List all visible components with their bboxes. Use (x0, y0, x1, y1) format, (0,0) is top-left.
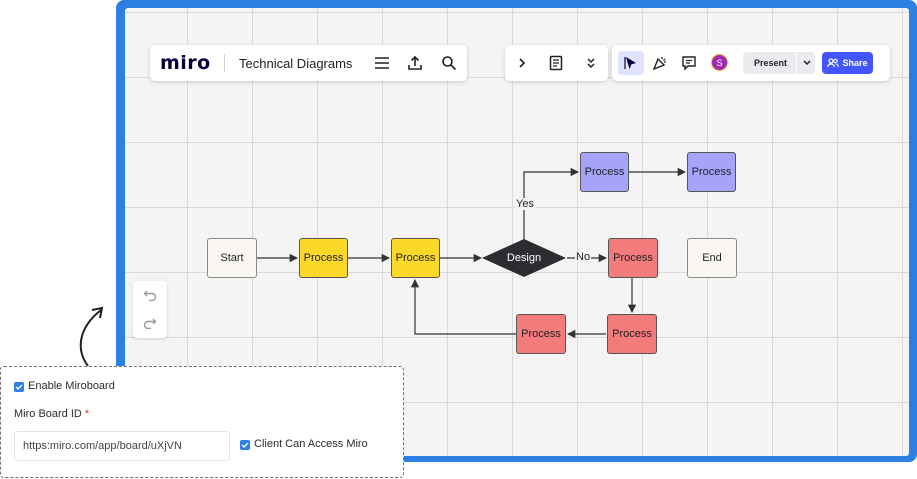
edge-label-yes: Yes (515, 198, 535, 210)
board-id-label: Miro Board ID * (14, 408, 89, 420)
flow-node-process[interactable]: Process (516, 314, 566, 354)
board-id-label-text: Miro Board ID (14, 408, 82, 420)
client-access-label: Client Can Access Miro (254, 438, 368, 450)
client-access-checkbox[interactable] (240, 440, 250, 450)
flow-node-end[interactable]: End (687, 238, 737, 278)
flow-node-decision-label[interactable]: Design (490, 248, 558, 268)
flow-node-process[interactable]: Process (607, 314, 657, 354)
enable-miroboard-checkbox[interactable] (14, 382, 24, 392)
checkmark-icon (241, 442, 249, 448)
flow-node-process[interactable]: Process (391, 238, 440, 278)
miroboard-settings-panel: Enable Miroboard Miro Board ID * https:m… (0, 366, 404, 478)
pointer-arrow-icon (79, 306, 104, 367)
board-id-input[interactable]: https:miro.com/app/board/uXjVN (14, 431, 230, 461)
flow-node-process[interactable]: Process (299, 238, 348, 278)
flow-node-process[interactable]: Process (687, 152, 736, 192)
flow-node-process[interactable]: Process (580, 152, 629, 192)
flow-node-process[interactable]: Process (608, 238, 658, 278)
required-mark: * (84, 408, 90, 420)
connector-red3-p2 (410, 278, 516, 335)
edge-label-no: No (575, 251, 592, 263)
flow-node-start[interactable]: Start (207, 238, 257, 278)
checkmark-icon (15, 384, 23, 390)
enable-miroboard-label: Enable Miroboard (28, 380, 115, 392)
